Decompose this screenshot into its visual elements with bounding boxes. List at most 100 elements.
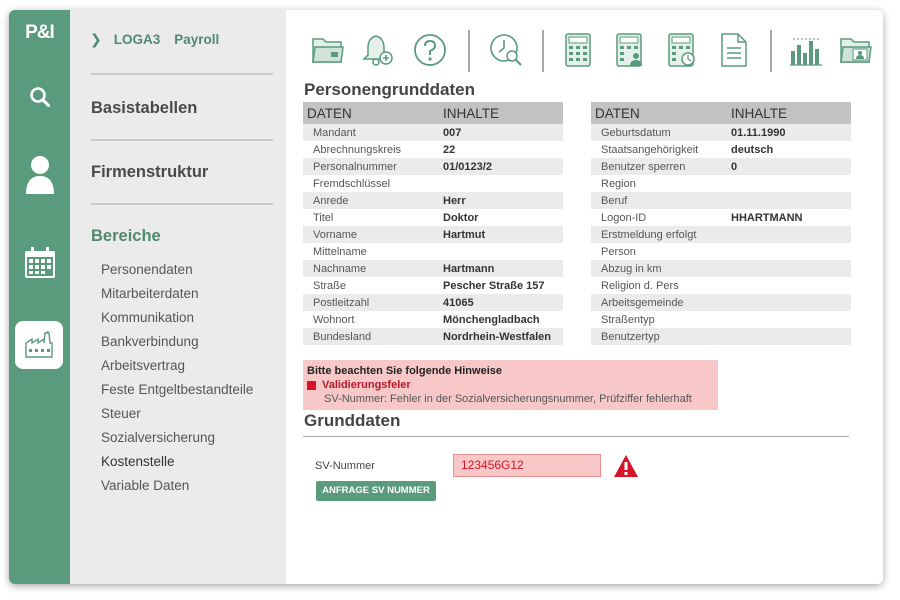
- table-row[interactable]: Personalnummer 01/0123/2: [303, 158, 563, 175]
- chevron-right-icon: ❯: [90, 31, 102, 47]
- calculator-person-button[interactable]: [612, 30, 648, 70]
- table-row[interactable]: Postleitzahl 41065: [303, 294, 563, 311]
- nav-item-personendaten[interactable]: Personendaten: [101, 261, 253, 285]
- table-row[interactable]: Abrechnungskreis 22: [303, 141, 563, 158]
- document-icon: [721, 33, 747, 67]
- bar-chart-icon: [790, 38, 822, 66]
- notification-add-button[interactable]: [360, 30, 396, 70]
- table-row[interactable]: Nachname Hartmann: [303, 260, 563, 277]
- folder-icon: [312, 38, 344, 63]
- field-label: Nachname: [313, 262, 367, 275]
- table-row[interactable]: Beruf: [591, 192, 851, 209]
- field-label: Beruf: [601, 194, 628, 207]
- calculator-time-button[interactable]: [664, 30, 700, 70]
- table-row[interactable]: Logon-ID HHARTMANN: [591, 209, 851, 226]
- breadcrumb-area[interactable]: Payroll: [174, 32, 219, 47]
- sv-number-input[interactable]: 123456G12: [453, 454, 601, 477]
- divider: [303, 436, 849, 437]
- table-body: Geburtsdatum 01.11.1990 Staatsangehörigkei…: [591, 124, 851, 345]
- field-label: Region: [601, 177, 636, 190]
- nav-section-firmenstruktur[interactable]: Firmenstruktur: [91, 163, 208, 182]
- folder-button[interactable]: [310, 30, 346, 70]
- nav-item-feste-entgeltbestandteile[interactable]: Feste Entgeltbestandteile: [101, 381, 253, 405]
- calendar-button[interactable]: [9, 238, 70, 288]
- table-row[interactable]: Titel Doktor: [303, 209, 563, 226]
- nav-item-mitarbeiterdaten[interactable]: Mitarbeiterdaten: [101, 285, 253, 309]
- field-label: Benutzer sperren: [601, 160, 686, 173]
- nav-item-list: Personendaten Mitarbeiterdaten Kommunika…: [101, 261, 253, 501]
- field-label: Arbeitsgemeinde: [601, 296, 684, 309]
- personal-data-table-right: DATEN INHALTE Geburtsdatum 01.11.1990 Staa…: [591, 102, 851, 345]
- table-row[interactable]: Vorname Hartmut: [303, 226, 563, 243]
- nav-item-kostenstelle[interactable]: Kostenstelle: [101, 453, 253, 477]
- field-label: Personalnummer: [313, 160, 397, 173]
- statistics-button[interactable]: [788, 30, 824, 70]
- request-sv-number-button[interactable]: ANFRAGE SV NUMMER: [316, 481, 436, 501]
- time-search-button[interactable]: [488, 30, 524, 70]
- table-header: DATEN INHALTE: [591, 102, 851, 124]
- table-row[interactable]: Fremdschlüssel: [303, 175, 563, 192]
- field-label: Titel: [313, 211, 334, 224]
- table-row[interactable]: Geburtsdatum 01.11.1990: [591, 124, 851, 141]
- field-label: Staatsangehörigkeit: [601, 143, 699, 156]
- table-row[interactable]: Straße Pescher Straße 157: [303, 277, 563, 294]
- user-button[interactable]: [9, 150, 70, 200]
- table-row[interactable]: Mittelname: [303, 243, 563, 260]
- table-body: Mandant 007 Abrechnungskreis 22 Personalnumm…: [303, 124, 563, 345]
- table-row[interactable]: Region: [591, 175, 851, 192]
- nav-item-arbeitsvertrag[interactable]: Arbeitsvertrag: [101, 357, 253, 381]
- nav-item-kommunikation[interactable]: Kommunikation: [101, 309, 253, 333]
- header-daten: DATEN: [307, 105, 352, 121]
- field-value: HHARTMANN: [731, 211, 803, 224]
- table-row[interactable]: Mandant 007: [303, 124, 563, 141]
- table-row[interactable]: Anrede Herr: [303, 192, 563, 209]
- calculator-button[interactable]: [560, 30, 596, 70]
- alert-message: SV-Nummer: Fehler in der Sozialversicher…: [324, 393, 692, 405]
- table-row[interactable]: Erstmeldung erfolgt: [591, 226, 851, 243]
- field-label: Straße: [313, 279, 347, 292]
- table-row[interactable]: Bundesland Nordrhein-Westfalen: [303, 328, 563, 345]
- table-row[interactable]: Benutzer sperren 0: [591, 158, 851, 175]
- nav-item-sozialversicherung[interactable]: Sozialversicherung: [101, 429, 253, 453]
- calculator-icon: [565, 33, 591, 67]
- nav-item-bankverbindung[interactable]: Bankverbindung: [101, 333, 253, 357]
- field-label: Mittelname: [313, 245, 367, 258]
- nav-item-variable-daten[interactable]: Variable Daten: [101, 477, 253, 501]
- validation-alert: Bitte beachten Sie folgende Hinweise Val…: [303, 360, 718, 410]
- field-label: Fremdschlüssel: [313, 177, 391, 190]
- document-button[interactable]: [716, 30, 752, 70]
- divider: [91, 139, 273, 141]
- table-row[interactable]: Person: [591, 243, 851, 260]
- field-value: 0: [731, 160, 738, 173]
- help-button[interactable]: [412, 30, 448, 70]
- folder-person-icon: [840, 38, 872, 63]
- nav-section-bereiche[interactable]: Bereiche: [91, 227, 161, 246]
- table-row[interactable]: Abzug in km: [591, 260, 851, 277]
- field-label: Mandant: [313, 126, 356, 139]
- field-value: Herr: [443, 194, 466, 207]
- table-row[interactable]: Staatsangehörigkeit deutsch: [591, 141, 851, 158]
- table-row[interactable]: Straßentyp: [591, 311, 851, 328]
- field-label: Geburtsdatum: [601, 126, 671, 139]
- toolbar-separator: [542, 30, 544, 72]
- field-label: Abzug in km: [601, 262, 662, 275]
- search-icon: [29, 87, 50, 107]
- field-value: deutsch: [731, 143, 774, 156]
- calculator-person-icon: [616, 33, 642, 67]
- table-row[interactable]: Arbeitsgemeinde: [591, 294, 851, 311]
- divider: [91, 73, 273, 75]
- table-row[interactable]: Benutzertyp: [591, 328, 851, 345]
- search-button[interactable]: [9, 72, 70, 122]
- nav-section-basistabellen[interactable]: Basistabellen: [91, 99, 197, 118]
- personnel-folder-button[interactable]: [838, 30, 874, 70]
- nav-item-steuer[interactable]: Steuer: [101, 405, 253, 429]
- table-row[interactable]: Wohnort Mönchengladbach: [303, 311, 563, 328]
- calendar-icon: [24, 247, 55, 278]
- breadcrumb-module[interactable]: LOGA3: [114, 32, 161, 47]
- table-header: DATEN INHALTE: [303, 102, 563, 124]
- table-row[interactable]: Religion d. Pers: [591, 277, 851, 294]
- header-inhalte: INHALTE: [731, 105, 788, 121]
- factory-button[interactable]: [15, 321, 63, 369]
- field-label: Vorname: [313, 228, 358, 241]
- toolbar-separator: [770, 30, 772, 72]
